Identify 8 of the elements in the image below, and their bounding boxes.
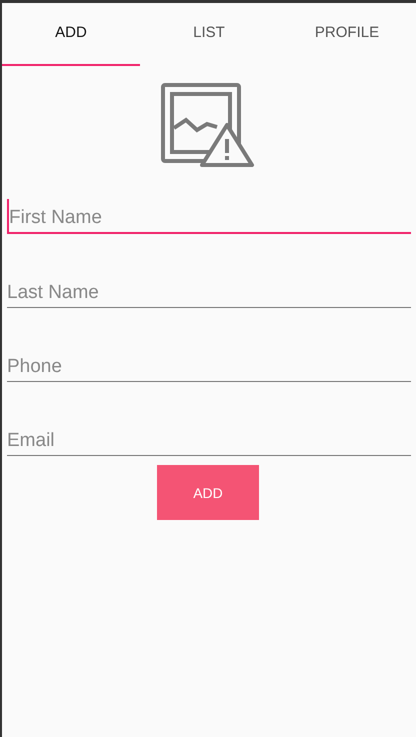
input-field[interactable]: Phone: [7, 348, 411, 382]
broken-image-icon: [161, 83, 255, 169]
tab[interactable]: PROFILE: [278, 3, 416, 66]
tab[interactable]: ADD: [2, 3, 140, 66]
tab[interactable]: LIST: [140, 3, 278, 66]
input-field[interactable]: Last Name: [7, 274, 411, 308]
input-field[interactable]: Email: [7, 422, 411, 456]
input-field[interactable]: First Name: [7, 199, 411, 234]
